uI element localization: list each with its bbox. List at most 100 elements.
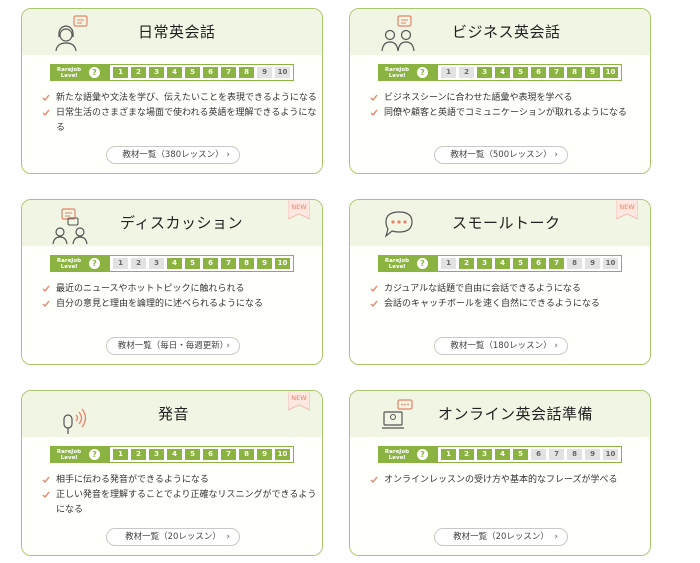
level-box-2: 2 <box>459 449 474 460</box>
new-badge-icon: NEW <box>616 200 638 221</box>
feature-item: カジュアルな話題で自由に会話できるようになる <box>370 282 645 297</box>
level-box-5: 5 <box>185 67 200 78</box>
materials-list-button[interactable]: 教材一覧（20レッスン） › <box>106 528 240 546</box>
course-card-pronunciation[interactable]: 発音 NEW RareJob Level ? 1 2 3 4 5 6 7 8 9 10 相手に伝わる… <box>21 390 323 556</box>
level-box-4: 4 <box>495 258 510 269</box>
course-card-online-prep[interactable]: オンライン英会話準備 RareJob Level ? 1 2 3 4 5 6 7 8 9 10 オン… <box>349 390 651 556</box>
level-bar: RareJob Level ? 1 2 3 4 5 6 7 8 9 10 <box>50 446 294 463</box>
woman-speech-bubble-icon <box>50 13 92 53</box>
help-icon[interactable]: ? <box>89 258 100 269</box>
level-box-5: 5 <box>513 449 528 460</box>
level-box-10: 10 <box>275 449 290 460</box>
level-box-10: 10 <box>603 258 618 269</box>
card-title: スモールトーク <box>452 214 561 232</box>
level-box-10: 10 <box>275 67 290 78</box>
level-bar: RareJob Level ? 1 2 3 4 5 6 7 8 9 10 <box>50 255 294 272</box>
chevron-right-icon: › <box>554 532 558 542</box>
check-icon <box>42 109 50 117</box>
feature-list: 最近のニュースやホットトピックに触れられる自分の意見と理由を論理的に述べられるよ… <box>42 282 317 312</box>
feature-text: 会話のキャッチボールを速く自然にできるようになる <box>384 299 600 309</box>
feature-text: 正しい発音を理解することでより正確なリスニングができるようになる <box>56 490 317 515</box>
check-icon <box>42 476 50 484</box>
feature-text: ビジネスシーンに合わせた語彙や表現を学べる <box>384 93 573 103</box>
chevron-right-icon: › <box>226 341 230 351</box>
check-icon <box>370 94 378 102</box>
course-card-small-talk[interactable]: スモールトーク NEW RareJob Level ? 1 2 3 4 5 6 7 8 9 10 カ… <box>349 199 651 365</box>
feature-item: 正しい発音を理解することでより正確なリスニングができるようになる <box>42 488 317 518</box>
level-box-5: 5 <box>513 258 528 269</box>
level-box-7: 7 <box>549 67 564 78</box>
feature-text: 相手に伝わる発音ができるようになる <box>56 475 209 485</box>
check-icon <box>370 285 378 293</box>
level-box-3: 3 <box>477 67 492 78</box>
help-icon[interactable]: ? <box>417 67 428 78</box>
check-icon <box>370 109 378 117</box>
level-box-2: 2 <box>131 258 146 269</box>
level-box-6: 6 <box>203 449 218 460</box>
level-bar: RareJob Level ? 1 2 3 4 5 6 7 8 9 10 <box>378 255 622 272</box>
level-box-3: 3 <box>149 258 164 269</box>
chevron-right-icon: › <box>554 341 558 351</box>
materials-list-button[interactable]: 教材一覧（380レッスン） › <box>106 146 240 164</box>
card-title: 発音 <box>158 405 190 423</box>
microphone-icon <box>50 395 92 435</box>
check-icon <box>42 491 50 499</box>
level-box-10: 10 <box>603 67 618 78</box>
check-icon <box>370 300 378 308</box>
level-box-5: 5 <box>513 67 528 78</box>
feature-item: ビジネスシーンに合わせた語彙や表現を学べる <box>370 91 645 106</box>
level-box-8: 8 <box>567 258 582 269</box>
feature-item: 相手に伝わる発音ができるようになる <box>42 473 317 488</box>
level-box-9: 9 <box>257 258 272 269</box>
feature-list: オンラインレッスンの受け方や基本的なフレーズが学べる <box>370 473 645 488</box>
level-box-6: 6 <box>203 258 218 269</box>
level-box-3: 3 <box>477 449 492 460</box>
feature-list: カジュアルな話題で自由に会話できるようになる会話のキャッチボールを速く自然にでき… <box>370 282 645 312</box>
help-icon[interactable]: ? <box>89 449 100 460</box>
level-box-7: 7 <box>549 449 564 460</box>
course-card-daily-conversation[interactable]: 日常英会話 RareJob Level ? 1 2 3 4 5 6 7 8 9 10 新たな語彙や文… <box>21 8 323 174</box>
level-box-7: 7 <box>221 67 236 78</box>
feature-list: 新たな語彙や文法を学び、伝えたいことを表現できるようになる日常生活のさまざまな場… <box>42 91 317 136</box>
help-icon[interactable]: ? <box>89 67 100 78</box>
feature-text: 新たな語彙や文法を学び、伝えたいことを表現できるようになる <box>56 93 317 103</box>
level-box-7: 7 <box>549 258 564 269</box>
course-card-discussion[interactable]: ディスカッション NEW RareJob Level ? 1 2 3 4 5 6 7 8 9 10 … <box>21 199 323 365</box>
feature-text: 日常生活のさまざまな場面で使われる英語を理解できるようになる <box>56 108 317 133</box>
chat-bubble-icon <box>378 204 420 244</box>
chevron-right-icon: › <box>226 532 230 542</box>
level-box-10: 10 <box>603 449 618 460</box>
materials-list-button[interactable]: 教材一覧（毎日・毎週更新） › <box>106 337 240 355</box>
help-icon[interactable]: ? <box>417 258 428 269</box>
level-box-9: 9 <box>585 449 600 460</box>
level-box-6: 6 <box>531 67 546 78</box>
level-bar: RareJob Level ? 1 2 3 4 5 6 7 8 9 10 <box>50 64 294 81</box>
feature-list: ビジネスシーンに合わせた語彙や表現を学べる同僚や顧客と英語でコミュニケーションが… <box>370 91 645 121</box>
level-box-8: 8 <box>567 449 582 460</box>
new-badge-icon: NEW <box>288 391 310 412</box>
materials-list-button[interactable]: 教材一覧（180レッスン） › <box>434 337 568 355</box>
card-title: ディスカッション <box>120 214 243 232</box>
level-box-8: 8 <box>239 258 254 269</box>
level-box-9: 9 <box>257 67 272 78</box>
chevron-right-icon: › <box>226 150 230 160</box>
feature-text: 自分の意見と理由を論理的に述べられるようになる <box>56 299 264 309</box>
materials-list-button[interactable]: 教材一覧（20レッスン） › <box>434 528 568 546</box>
level-box-1: 1 <box>113 449 128 460</box>
feature-item: 日常生活のさまざまな場面で使われる英語を理解できるようになる <box>42 106 317 136</box>
level-box-6: 6 <box>531 258 546 269</box>
help-icon[interactable]: ? <box>417 449 428 460</box>
feature-text: 最近のニュースやホットトピックに触れられる <box>56 284 245 294</box>
level-box-9: 9 <box>257 449 272 460</box>
level-box-6: 6 <box>531 449 546 460</box>
level-box-8: 8 <box>239 449 254 460</box>
level-box-4: 4 <box>495 449 510 460</box>
card-title: 日常英会話 <box>138 23 216 41</box>
level-box-5: 5 <box>185 258 200 269</box>
check-icon <box>370 476 378 484</box>
feature-item: 同僚や顧客と英語でコミュニケーションが取れるようになる <box>370 106 645 121</box>
materials-list-button[interactable]: 教材一覧（500レッスン） › <box>434 146 568 164</box>
level-box-8: 8 <box>567 67 582 78</box>
level-box-2: 2 <box>131 67 146 78</box>
course-card-business-english[interactable]: ビジネス英会話 RareJob Level ? 1 2 3 4 5 6 7 8 9 10 ビジネスシ… <box>349 8 651 174</box>
